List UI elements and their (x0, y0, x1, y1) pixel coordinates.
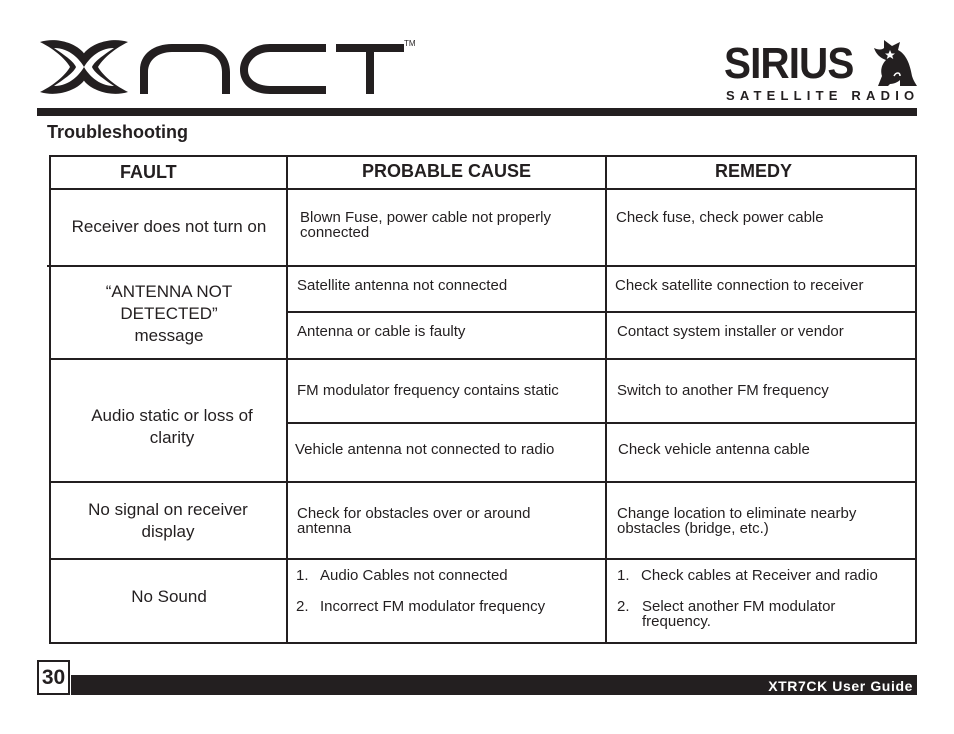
remedy-cell: Check vehicle antenna cable (618, 441, 810, 458)
cause-cell: FM modulator frequency contains static (297, 382, 559, 399)
remedy-cell: Check fuse, check power cable (616, 209, 824, 226)
list-number: 1. (296, 567, 309, 584)
column-divider (286, 155, 288, 644)
row-divider (49, 558, 917, 560)
list-number: 2. (296, 598, 309, 615)
list-number: 2. (617, 598, 630, 615)
list-text: Audio Cables not connected (320, 567, 508, 584)
remedy-cell: Check satellite connection to receiver (615, 277, 864, 294)
subrow-divider (288, 422, 917, 424)
fault-cell: “ANTENNA NOT DETECTED” message (105, 282, 233, 345)
remedy-list: 1. Check cables at Receiver and radio 2. S… (617, 568, 913, 629)
cause-cell: Blown Fuse, power cable not properly con… (300, 209, 551, 241)
svg-text:TM: TM (404, 39, 416, 48)
remedy-cell: Change location to eliminate nearby obst… (617, 505, 857, 537)
fault-cell: Receiver does not turn on (71, 217, 267, 236)
cause-cell: Antenna or cable is faulty (297, 323, 466, 340)
table-border-bottom (49, 642, 917, 644)
cause-cell: Check for obstacles over or around anten… (297, 505, 531, 537)
remedy-cell: Switch to another FM frequency (617, 382, 829, 399)
table-border-top (49, 155, 917, 157)
list-text: Select another FM modulator frequency. (642, 598, 836, 630)
guide-title: XTR7CK User Guide (768, 678, 913, 694)
column-divider (605, 155, 607, 644)
footer-bar: XTR7CK User Guide (71, 675, 917, 695)
list-number: 1. (617, 567, 630, 584)
column-header-probable-cause: PROBABLE CAUSE (362, 161, 532, 181)
cause-list-item: 1. Audio Cables not connected (296, 568, 601, 583)
row-divider (49, 188, 917, 190)
fault-cell: Audio static or loss of clarity (91, 406, 253, 447)
page-number: 30 (37, 660, 70, 695)
cause-cell: Satellite antenna not connected (297, 277, 508, 294)
column-header-remedy: REMEDY (715, 161, 793, 181)
list-text: Incorrect FM modulator frequency (320, 598, 546, 615)
cause-cell: Vehicle antenna not connected to radio (295, 441, 555, 458)
sirius-wordmark: SIRIUS (724, 39, 854, 88)
fault-cell: No Sound (131, 587, 207, 606)
table-border-left (49, 155, 51, 644)
fault-cell: No signal on receiver display (88, 500, 248, 541)
sirius-satellite-radio-logo: SIRIUS SATELLITE RADIO (722, 36, 918, 106)
subrow-divider (288, 311, 917, 313)
xact-logo: TM (36, 34, 426, 100)
sirius-dog-icon (874, 40, 917, 86)
column-header-fault: FAULT (120, 162, 177, 182)
cause-list-item: 2. Incorrect FM modulator frequency (296, 599, 601, 614)
header-rule (37, 108, 917, 116)
xact-logo-icon: TM (40, 39, 416, 94)
remedy-list-item: 2. Select another FM modulator frequency. (617, 599, 913, 629)
remedy-list-item: 1. Check cables at Receiver and radio (617, 568, 913, 583)
list-text: Check cables at Receiver and radio (641, 567, 878, 584)
remedy-cell: Contact system installer or vendor (617, 323, 844, 340)
cause-list: 1. Audio Cables not connected 2. Incorrect… (296, 568, 601, 614)
section-title: Troubleshooting (47, 122, 188, 142)
satellite-radio-tagline: SATELLITE RADIO (726, 88, 920, 103)
row-divider (47, 265, 915, 267)
row-divider (49, 481, 917, 483)
table-border-right (915, 155, 917, 644)
row-divider (49, 358, 917, 360)
